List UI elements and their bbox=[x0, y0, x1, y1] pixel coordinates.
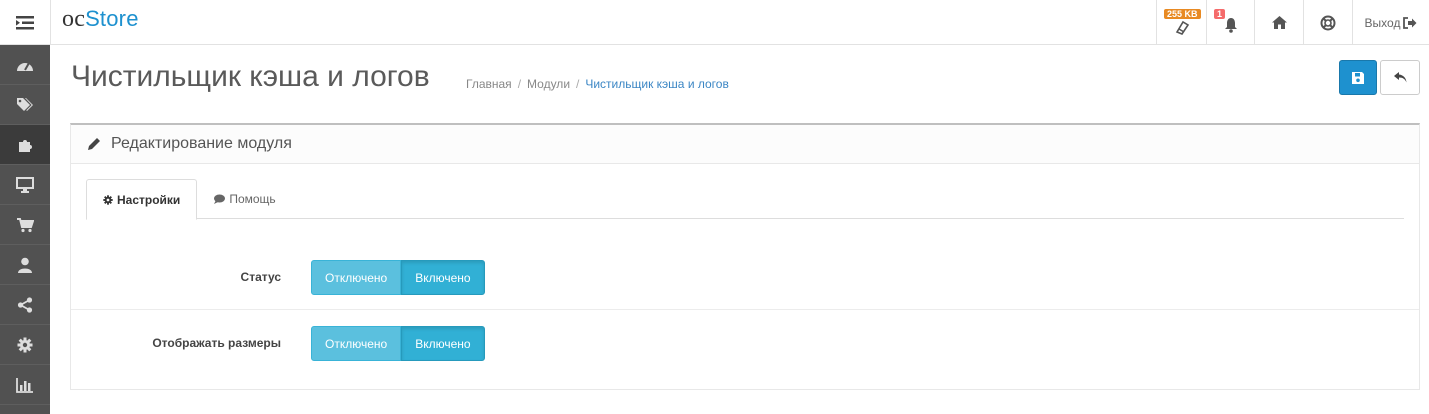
breadcrumb-home[interactable]: Главная bbox=[466, 77, 512, 91]
clear-cache-button[interactable]: 255 KB bbox=[1156, 0, 1206, 45]
breadcrumb-current[interactable]: Чистильщик кэша и логов bbox=[585, 77, 728, 91]
comment-icon bbox=[214, 194, 226, 204]
sign-out-icon bbox=[1403, 16, 1417, 29]
breadcrumb-separator: / bbox=[517, 77, 522, 91]
cart-icon bbox=[17, 217, 34, 232]
sidebar-item-design[interactable] bbox=[0, 165, 50, 205]
breadcrumb-modules[interactable]: Модули bbox=[527, 77, 570, 91]
logout-button[interactable]: Выход bbox=[1352, 0, 1429, 45]
panel-heading: Редактирование модуля bbox=[71, 125, 1419, 164]
breadcrumb: Главная / Модули / Чистильщик кэша и лог… bbox=[466, 77, 729, 91]
show-sizes-on-button[interactable]: Включено bbox=[401, 326, 485, 361]
form-row-show-sizes: Отображать размеры Отключено Включено bbox=[71, 310, 1419, 376]
status-toggle: Отключено Включено bbox=[311, 260, 485, 295]
cog-icon bbox=[17, 337, 33, 352]
menu-toggle-button[interactable] bbox=[0, 0, 51, 45]
tab-help-label: Помощь bbox=[229, 192, 276, 206]
reply-icon bbox=[1393, 72, 1406, 83]
status-off-button[interactable]: Отключено bbox=[311, 260, 402, 295]
tab-settings[interactable]: Настройки bbox=[86, 179, 198, 220]
breadcrumb-separator: / bbox=[576, 77, 580, 91]
cache-size-badge: 255 KB bbox=[1164, 9, 1201, 19]
share-icon bbox=[17, 296, 33, 313]
status-label: Статус bbox=[240, 270, 281, 284]
show-sizes-toggle: Отключено Включено bbox=[311, 326, 485, 361]
back-button[interactable] bbox=[1380, 60, 1420, 95]
eraser-icon bbox=[1175, 20, 1189, 35]
cog-icon bbox=[103, 194, 113, 205]
dashboard-icon bbox=[17, 62, 33, 71]
tab-settings-label: Настройки bbox=[117, 192, 181, 207]
tab-help[interactable]: Помощь bbox=[197, 179, 291, 219]
sidebar-item-dashboard[interactable] bbox=[0, 45, 50, 85]
notification-badge: 1 bbox=[1214, 9, 1226, 19]
sidebar-item-customers[interactable] bbox=[0, 245, 50, 285]
logo-store: Store bbox=[85, 6, 139, 31]
user-icon bbox=[18, 257, 32, 273]
logo-oc: oc bbox=[62, 6, 86, 32]
save-button[interactable] bbox=[1339, 60, 1377, 95]
sidebar-item-marketing[interactable] bbox=[0, 285, 50, 325]
bell-icon bbox=[1224, 17, 1237, 33]
sidebar bbox=[0, 45, 50, 414]
panel-title: Редактирование модуля bbox=[111, 135, 292, 152]
puzzle-icon bbox=[19, 139, 32, 152]
sidebar-item-reports[interactable] bbox=[0, 365, 50, 405]
logout-label: Выход bbox=[1364, 15, 1401, 30]
tab-bar: Настройки Помощь bbox=[86, 179, 1404, 220]
show-sizes-label: Отображать размеры bbox=[152, 336, 281, 350]
sidebar-item-catalog[interactable] bbox=[0, 85, 50, 125]
logo[interactable]: ocStore bbox=[62, 6, 139, 33]
menu-toggle-icon bbox=[16, 15, 34, 29]
module-panel: Редактирование модуля Настройки Помощь С… bbox=[70, 123, 1420, 390]
tags-icon bbox=[17, 97, 33, 111]
top-header: ocStore 255 KB 1 Выход bbox=[0, 0, 1429, 45]
bar-chart-icon bbox=[16, 377, 33, 393]
form-row-status: Статус Отключено Включено bbox=[71, 244, 1419, 310]
pencil-icon bbox=[88, 138, 100, 150]
help-button[interactable] bbox=[1303, 0, 1352, 45]
header-nav: 255 KB 1 Выход bbox=[1156, 0, 1429, 45]
sidebar-item-sales[interactable] bbox=[0, 205, 50, 245]
desktop-icon bbox=[16, 176, 34, 193]
sidebar-item-extensions[interactable] bbox=[0, 125, 50, 165]
status-on-button[interactable]: Включено bbox=[401, 260, 485, 295]
lifebuoy-icon bbox=[1320, 15, 1336, 30]
home-icon bbox=[1271, 16, 1287, 29]
sidebar-item-system[interactable] bbox=[0, 325, 50, 365]
notifications-button[interactable]: 1 bbox=[1206, 0, 1254, 45]
page-title: Чистильщик кэша и логов bbox=[71, 60, 430, 93]
home-button[interactable] bbox=[1254, 0, 1303, 45]
save-icon bbox=[1352, 71, 1364, 84]
show-sizes-off-button[interactable]: Отключено bbox=[311, 326, 402, 361]
